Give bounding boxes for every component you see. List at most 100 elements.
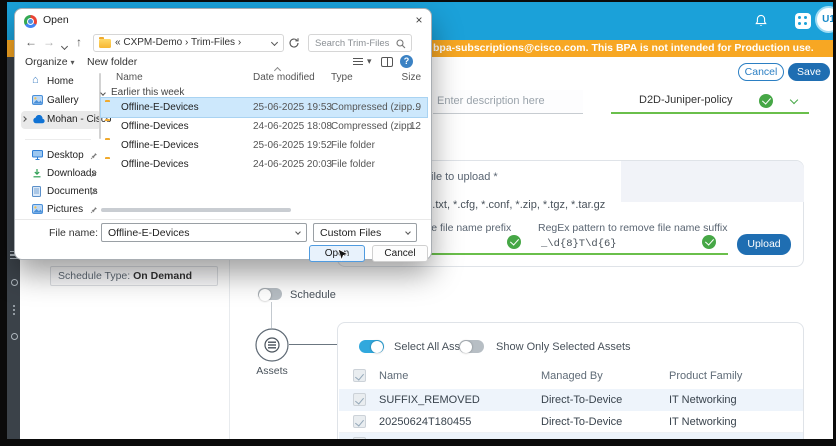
- suffix-regex-input[interactable]: _\d{8}T\d{6}: [541, 238, 617, 250]
- sidebar-item-downloads[interactable]: Downloads: [21, 165, 101, 183]
- sidebar-item-label: Pictures: [47, 204, 84, 215]
- path-overflow: «: [115, 37, 121, 48]
- description-input[interactable]: Enter description here: [433, 90, 583, 114]
- app-switcher-icon[interactable]: [795, 13, 811, 29]
- up-icon[interactable]: ↑: [76, 35, 82, 49]
- schedule-toggle[interactable]: [258, 288, 282, 301]
- asset-row[interactable]: 20250624T180455 Direct-To-Device IT Netw…: [339, 411, 803, 433]
- column-header-date-modified[interactable]: Date modified: [253, 72, 315, 83]
- breadcrumb: « CXPM-Demo › Trim-Files ›: [115, 37, 241, 48]
- file-name: Offline-Devices: [121, 158, 189, 170]
- gallery-icon: [32, 95, 43, 108]
- card-header-band: [621, 161, 804, 202]
- save-button[interactable]: Save: [788, 63, 830, 81]
- file-size: 9: [415, 101, 421, 113]
- gear-icon[interactable]: [10, 279, 18, 286]
- file-type: File folder: [331, 158, 375, 170]
- sidebar-item-home[interactable]: ⌂ Home: [21, 73, 101, 91]
- forward-icon[interactable]: →: [43, 35, 55, 49]
- breadcrumb-item[interactable]: CXPM-Demo: [123, 37, 182, 48]
- file-date: 24-06-2025 20:03: [253, 158, 332, 170]
- user-avatar[interactable]: U1: [815, 6, 833, 33]
- address-dropdown-chevron-icon[interactable]: [270, 38, 279, 47]
- prefix-regex-input[interactable]: [426, 253, 556, 255]
- more-dots-icon[interactable]: [10, 305, 18, 317]
- sidebar-item-gallery[interactable]: Gallery: [21, 92, 101, 110]
- dialog-divider: [15, 219, 431, 220]
- file-row[interactable]: Offline-E-Devices 25-06-2025 19:52 File …: [101, 136, 427, 155]
- policy-select[interactable]: D2D-Juniper-policy: [611, 90, 809, 114]
- file-date: 25-06-2025 19:52: [253, 139, 332, 151]
- close-icon[interactable]: ×: [411, 13, 427, 29]
- column-header-size[interactable]: Size: [395, 72, 421, 83]
- group-label: Earlier this week: [111, 87, 185, 98]
- refresh-icon[interactable]: [288, 37, 300, 49]
- sidebar-item-label: Home: [47, 76, 74, 87]
- sidebar-item-pictures[interactable]: Pictures: [21, 201, 101, 219]
- filename-label: File name:: [48, 227, 98, 239]
- preview-pane-icon[interactable]: [381, 57, 393, 67]
- asset-product-family: IT Networking: [669, 394, 737, 406]
- asset-product-family: IT Networking: [669, 416, 737, 428]
- upload-button[interactable]: Upload: [737, 234, 791, 255]
- back-icon[interactable]: ←: [25, 35, 37, 49]
- dialog-title: Open: [43, 14, 69, 26]
- assets-table-header: Name Managed By Product Family: [339, 365, 803, 387]
- view-list-icon[interactable]: [353, 58, 363, 67]
- help-icon[interactable]: ?: [400, 55, 413, 68]
- open-file-dialog: Open × ← → ↑ « CXPM-Demo › Trim-Files › …: [14, 8, 432, 262]
- sidebar-item-onedrive[interactable]: Mohan - Cisco: [21, 111, 111, 129]
- chevron-down-icon: [789, 95, 799, 105]
- workflow-connector: [271, 302, 272, 328]
- dialog-cancel-button[interactable]: Cancel: [372, 245, 428, 262]
- file-row-selected[interactable]: Offline-E-Devices 25-06-2025 19:53 Compr…: [100, 97, 428, 118]
- new-folder-button[interactable]: New folder: [87, 56, 137, 68]
- row-checkbox[interactable]: [353, 437, 366, 439]
- sidebar-divider: [25, 139, 91, 140]
- pin-icon[interactable]: [90, 187, 98, 199]
- select-all-assets-toggle[interactable]: [359, 340, 384, 353]
- expand-chevron-icon[interactable]: [21, 116, 27, 122]
- search-input[interactable]: Search Trim-Files: [308, 34, 412, 52]
- file-date: 24-06-2025 18:08: [253, 120, 332, 132]
- file-name: Offline-Devices: [121, 120, 189, 132]
- group-header[interactable]: Earlier this week: [100, 87, 185, 98]
- filename-input[interactable]: Offline-E-Devices: [101, 223, 307, 242]
- select-all-checkbox[interactable]: [353, 369, 366, 382]
- file-upload-label: file to upload *: [428, 171, 498, 183]
- row-checkbox[interactable]: [353, 415, 366, 428]
- file-row[interactable]: Offline-Devices 24-06-2025 18:08 Compres…: [101, 117, 427, 136]
- assets-step-icon: [255, 328, 289, 362]
- recent-locations-chevron-icon[interactable]: [60, 40, 69, 52]
- file-name: Offline-E-Devices: [121, 101, 199, 113]
- sidebar-item-documents[interactable]: Documents: [21, 183, 101, 201]
- cancel-button[interactable]: Cancel: [738, 63, 784, 81]
- address-bar[interactable]: « CXPM-Demo › Trim-Files ›: [93, 34, 284, 52]
- column-name[interactable]: Name: [379, 370, 408, 382]
- horizontal-scrollbar[interactable]: [101, 208, 291, 212]
- pin-icon[interactable]: [90, 169, 98, 181]
- filetype-select[interactable]: Custom Files: [313, 223, 417, 242]
- file-row[interactable]: Offline-Devices 24-06-2025 20:03 File fo…: [101, 155, 427, 174]
- pin-icon[interactable]: [90, 151, 98, 163]
- assets-step-label: Assets: [256, 365, 288, 377]
- pin-icon[interactable]: [90, 205, 98, 217]
- assets-card: Select All Assets Show Only Selected Ass…: [337, 322, 804, 439]
- column-product-family[interactable]: Product Family: [669, 370, 742, 382]
- organize-menu[interactable]: Organize ▾: [25, 56, 75, 68]
- file-name: Offline-E-Devices: [121, 139, 199, 151]
- notifications-bell-icon[interactable]: [753, 13, 769, 29]
- gear-icon[interactable]: [10, 333, 18, 340]
- file-type: File folder: [331, 139, 375, 151]
- asset-row[interactable]: PREFIX_REMOVED Direct-To-Device IT Netwo…: [339, 433, 803, 439]
- column-header-name[interactable]: Name: [116, 72, 143, 83]
- sidebar-item-desktop[interactable]: Desktop: [21, 147, 101, 165]
- breadcrumb-item[interactable]: Trim-Files: [191, 37, 235, 48]
- asset-row[interactable]: SUFFIX_REMOVED Direct-To-Device IT Netwo…: [339, 389, 803, 411]
- column-managed-by[interactable]: Managed By: [541, 370, 603, 382]
- row-checkbox[interactable]: [353, 393, 366, 406]
- show-only-selected-toggle[interactable]: [459, 340, 484, 353]
- view-caret-icon[interactable]: ▾: [367, 56, 372, 67]
- schedule-toggle-label: Schedule: [290, 289, 336, 301]
- column-header-type[interactable]: Type: [331, 72, 353, 83]
